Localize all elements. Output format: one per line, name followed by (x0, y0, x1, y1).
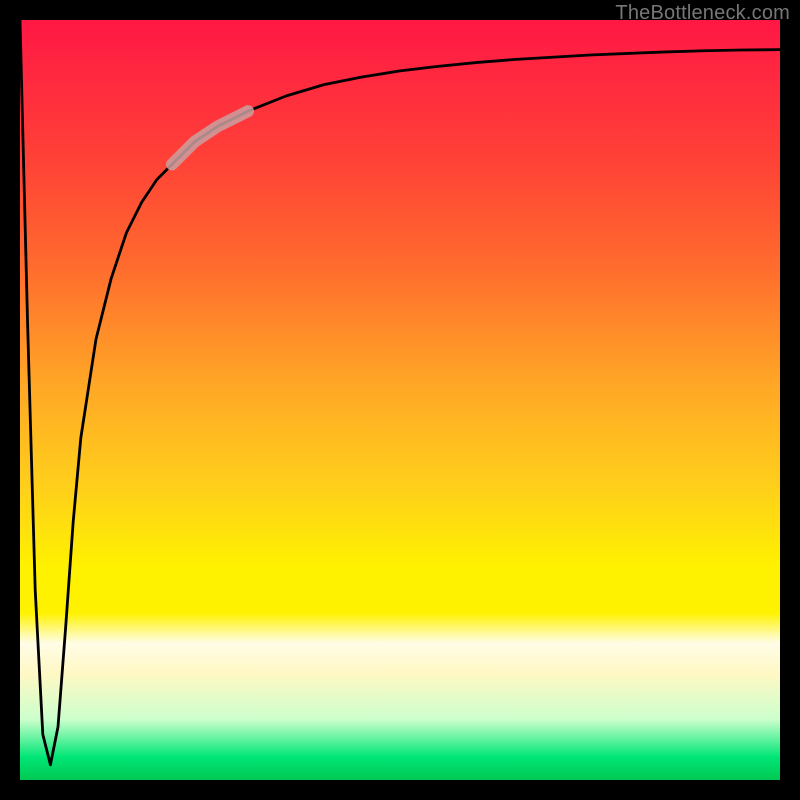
highlight-segment (172, 111, 248, 164)
plot-area (20, 20, 780, 780)
curve-layer (20, 20, 780, 780)
chart-frame: TheBottleneck.com (0, 0, 800, 800)
bottleneck-curve (20, 20, 780, 765)
